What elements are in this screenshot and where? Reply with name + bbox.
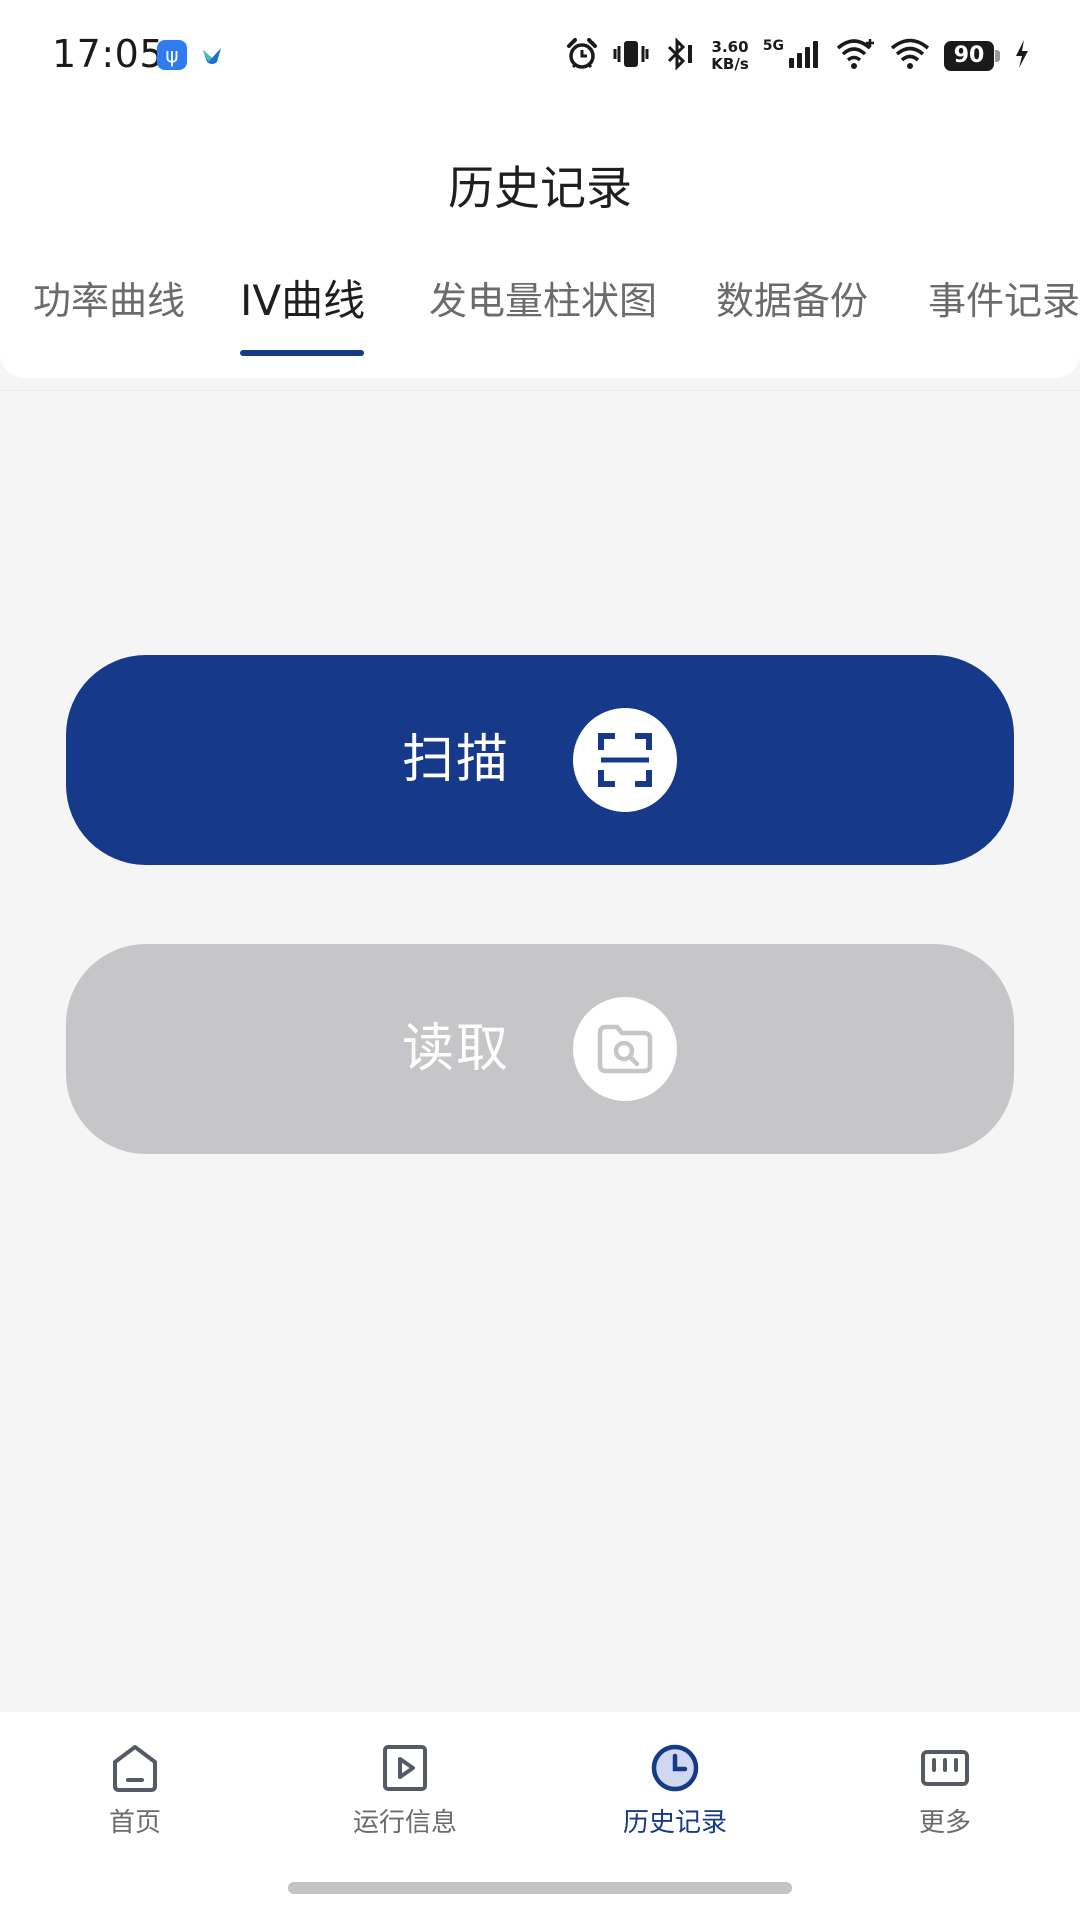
tab-bar: 功率曲线 IV曲线 发电量柱状图 数据备份 事件记录 — [0, 275, 1080, 356]
tab-power-curve[interactable]: 功率曲线 — [33, 275, 185, 335]
net-speed-value: 3.60 — [711, 38, 749, 56]
tab-event-log[interactable]: 事件记录 — [928, 275, 1080, 335]
nav-running-info-label: 运行信息 — [352, 1808, 457, 1838]
read-button-label: 读取 — [402, 1019, 511, 1079]
network-type: 5G — [762, 38, 784, 54]
nav-more[interactable]: 更多 — [845, 1742, 1045, 1852]
nav-history[interactable]: 历史记录 — [575, 1742, 775, 1852]
read-button[interactable]: 读取 — [66, 944, 1014, 1154]
status-icons: 3.60 KB/s 5G 90 — [565, 36, 1030, 76]
tab-generation-bar-chart[interactable]: 发电量柱状图 — [429, 275, 657, 335]
clock-icon — [651, 1744, 699, 1792]
header-divider — [0, 390, 1080, 391]
net-speed: 3.60 KB/s — [711, 39, 748, 73]
signal-icon — [788, 39, 822, 73]
tab-data-backup[interactable]: 数据备份 — [716, 275, 868, 335]
battery-level: 90 — [944, 41, 994, 71]
more-icon — [921, 1750, 969, 1786]
tab-iv-curve[interactable]: IV曲线 — [240, 275, 365, 335]
home-icon — [113, 1745, 157, 1792]
app-notification-icon — [197, 40, 227, 70]
nav-history-label: 历史记录 — [622, 1808, 727, 1838]
charging-icon — [1014, 39, 1030, 73]
wifi-plus-icon — [836, 37, 876, 75]
status-time: 17:05 — [52, 32, 165, 76]
screen: 17:05 ψ 3.60 KB/s 5G 90 历史记录 功率曲线 IV曲线 发… — [0, 0, 1080, 1920]
nav-home[interactable]: 首页 — [35, 1742, 235, 1852]
scan-icon — [573, 708, 677, 812]
home-indicator[interactable] — [288, 1882, 792, 1894]
alarm-icon — [565, 37, 599, 75]
page-title: 历史记录 — [448, 161, 632, 215]
usb-icon: ψ — [157, 40, 187, 70]
bluetooth-icon — [663, 37, 697, 75]
active-tab-indicator — [240, 350, 364, 356]
net-speed-unit: KB/s — [711, 55, 749, 73]
folder-search-icon — [573, 997, 677, 1101]
nav-running-info[interactable]: 运行信息 — [305, 1742, 505, 1852]
header: 历史记录 功率曲线 IV曲线 发电量柱状图 数据备份 事件记录 — [0, 110, 1080, 378]
scan-button-label: 扫描 — [402, 730, 511, 790]
status-bar: 17:05 ψ 3.60 KB/s 5G 90 — [0, 0, 1080, 110]
nav-home-label: 首页 — [108, 1808, 161, 1838]
battery-icon: 90 — [944, 41, 1000, 71]
wifi-icon — [890, 37, 930, 75]
vibrate-icon — [613, 37, 649, 75]
nav-more-label: 更多 — [918, 1808, 971, 1838]
play-monitor-icon — [383, 1745, 427, 1791]
scan-button[interactable]: 扫描 — [66, 655, 1014, 865]
